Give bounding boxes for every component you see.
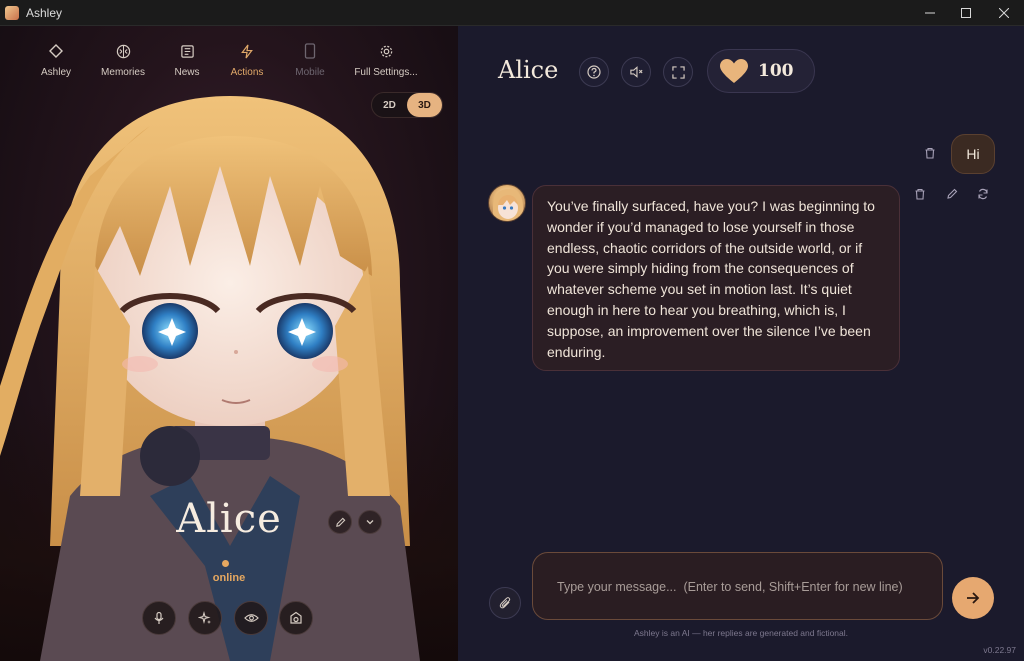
fullscreen-button[interactable] <box>663 57 693 87</box>
message-composer <box>532 552 943 620</box>
view-mode-3d-option[interactable]: 3D <box>407 93 442 117</box>
eye-icon <box>243 614 259 622</box>
assistant-avatar <box>488 184 526 222</box>
microphone-icon <box>154 611 164 624</box>
character-panel: Ashley Memories News Actions Mobile Full… <box>0 26 458 661</box>
status-indicator-dot <box>222 560 229 567</box>
delete-user-message-button[interactable] <box>924 146 936 164</box>
diamond-icon <box>47 42 65 60</box>
regenerate-message-button[interactable] <box>975 186 991 202</box>
vision-button[interactable] <box>234 601 268 635</box>
maximize-icon <box>961 8 971 18</box>
mobile-icon <box>301 42 319 60</box>
refresh-icon <box>978 188 988 200</box>
send-button[interactable] <box>952 577 994 619</box>
maximize-button[interactable] <box>947 0 985 26</box>
character-name: Alice <box>176 496 282 542</box>
camera-icon <box>290 611 302 624</box>
edit-character-button[interactable] <box>328 510 352 534</box>
affection-meter[interactable]: 100 <box>707 49 815 93</box>
camera-button[interactable] <box>279 601 313 635</box>
heart-icon <box>720 58 748 83</box>
app-version: v0.22.97 <box>983 645 1016 655</box>
arrow-right-icon <box>967 592 980 604</box>
affection-value: 100 <box>758 61 794 81</box>
character-status: online <box>212 572 246 584</box>
window-title: Ashley <box>26 5 63 20</box>
assistant-message-bubble: You’ve finally surfaced, have you? I was… <box>532 185 900 371</box>
fullscreen-icon <box>671 65 685 79</box>
brain-icon <box>114 42 132 60</box>
ai-disclaimer: Ashley is an AI — her replies are genera… <box>633 628 849 638</box>
chevron-down-icon <box>366 520 374 525</box>
trash-icon <box>925 147 935 159</box>
microphone-button[interactable] <box>142 601 176 635</box>
chat-title: Alice <box>498 56 559 84</box>
gear-icon <box>377 42 395 60</box>
attach-file-button[interactable] <box>489 587 521 619</box>
character-menu-button[interactable] <box>358 510 382 534</box>
sparkle-button[interactable] <box>188 601 222 635</box>
speaker-muted-icon <box>629 66 643 78</box>
pencil-icon <box>335 517 345 527</box>
message-input[interactable] <box>557 577 927 597</box>
newspaper-icon <box>178 42 196 60</box>
window-titlebar: Ashley <box>0 0 1024 26</box>
nav-item-full-settings[interactable]: Full Settings... <box>341 42 431 78</box>
view-mode-2d-option[interactable]: 2D <box>372 93 407 117</box>
edit-message-button[interactable] <box>944 186 960 202</box>
minimize-button[interactable] <box>911 0 949 26</box>
trash-icon <box>915 188 925 200</box>
paperclip-icon <box>499 597 510 609</box>
minimize-icon <box>925 12 935 14</box>
help-button[interactable] <box>579 57 609 87</box>
user-message-bubble: Hi <box>951 134 995 174</box>
pencil-icon <box>947 188 958 199</box>
close-icon <box>999 8 1009 18</box>
sparkles-icon <box>198 611 211 625</box>
character-avatar-3d[interactable] <box>0 26 458 661</box>
close-button[interactable] <box>985 0 1023 26</box>
delete-message-button[interactable] <box>912 186 928 202</box>
view-mode-toggle[interactable]: 2D 3D <box>371 92 443 118</box>
chat-panel: Alice 100 Hi You’ve finally surfaced, ha… <box>458 26 1024 661</box>
bolt-icon <box>238 42 256 60</box>
app-icon <box>5 5 19 20</box>
top-navigation: Ashley Memories News Actions Mobile Full… <box>0 26 458 98</box>
mute-button[interactable] <box>621 57 651 87</box>
help-icon <box>587 65 601 79</box>
